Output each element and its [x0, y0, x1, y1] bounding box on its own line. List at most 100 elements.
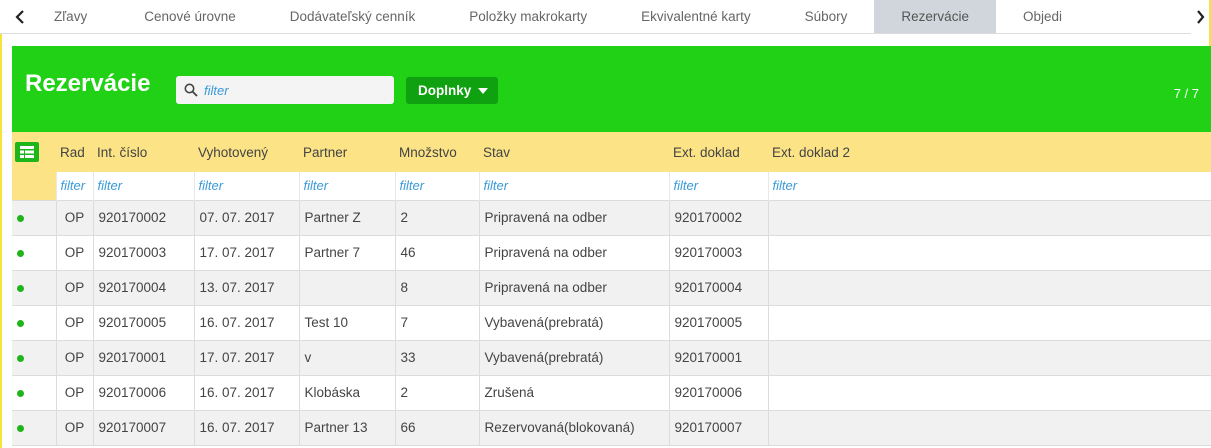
cell-vyhotoveny: 17. 07. 2017: [193, 234, 300, 271]
cell-mnozstvo: 33: [394, 339, 480, 376]
column-header-rad[interactable]: Rad: [56, 132, 93, 172]
cell-rad: OP: [55, 374, 94, 411]
table-row[interactable]: OP 920170006 16. 07. 2017 Klobáska 2 Zru…: [12, 374, 1211, 411]
cell-int-cislo: 920170003: [92, 234, 195, 271]
tab-ekvivalentne-karty[interactable]: Ekvivalentné karty: [614, 0, 778, 33]
tab-dodavatelsky-cennik[interactable]: Dodávateľský cenník: [263, 0, 443, 33]
cell-ext-doklad: 920170003: [668, 234, 769, 271]
filter-input-ext-doklad[interactable]: [673, 178, 768, 194]
table-row[interactable]: OP 920170003 17. 07. 2017 Partner 7 46 P…: [12, 234, 1211, 271]
cell-ext-doklad-2: [767, 234, 1211, 271]
cell-mnozstvo: 2: [394, 199, 480, 236]
cell-int-cislo: 920170002: [92, 199, 195, 236]
column-chooser-button[interactable]: [15, 142, 39, 162]
filter-input-rad[interactable]: [60, 178, 93, 194]
filter-input-partner[interactable]: [303, 178, 395, 194]
cell-ext-doklad-2: [767, 339, 1211, 376]
cell-mnozstvo: 46: [394, 234, 480, 271]
tab-cenove-urovne[interactable]: Cenové úrovne: [117, 0, 263, 33]
cell-stav: Pripravená na odber: [478, 199, 670, 236]
cell-rad: OP: [55, 234, 94, 271]
cell-ext-doklad: 920170001: [668, 339, 769, 376]
cell-vyhotoveny: 17. 07. 2017: [193, 339, 300, 376]
reservations-grid: Rad Int. číslo Vyhotovený Partner Množst…: [12, 132, 1211, 448]
cell-ext-doklad: 920170005: [668, 304, 769, 341]
column-header-ext-doklad-2[interactable]: Ext. doklad 2: [768, 132, 1211, 172]
column-header-stav[interactable]: Stav: [479, 132, 669, 172]
status-dot-icon: [17, 215, 24, 222]
cell-int-cislo: 920170007: [92, 409, 195, 446]
cell-rad: OP: [55, 304, 94, 341]
column-header-row: Rad Int. číslo Vyhotovený Partner Množst…: [12, 132, 1211, 172]
addons-dropdown-button[interactable]: Doplnky: [406, 77, 499, 104]
record-count: 7 / 7: [1173, 86, 1199, 101]
status-dot-icon: [17, 425, 24, 432]
search-input[interactable]: [204, 82, 384, 98]
tab-subory[interactable]: Súbory: [778, 0, 875, 33]
filter-input-stav[interactable]: [483, 178, 669, 194]
table-row[interactable]: OP 920170001 17. 07. 2017 v 33 Vybavená(…: [12, 339, 1211, 376]
cell-partner: v: [298, 339, 396, 376]
status-dot-icon: [17, 390, 24, 397]
cell-stav: Vybavená(prebratá): [478, 304, 670, 341]
cell-vyhotoveny: 13. 07. 2017: [193, 269, 300, 306]
cell-partner: Partner 13: [298, 409, 396, 446]
cell-ext-doklad: 920170007: [668, 409, 769, 446]
cell-ext-doklad-2: [767, 304, 1211, 341]
cell-partner: Partner Z: [298, 199, 396, 236]
cell-vyhotoveny: 16. 07. 2017: [193, 409, 300, 446]
cell-int-cislo: 920170004: [92, 269, 195, 306]
cell-stav: Pripravená na odber: [478, 234, 670, 271]
column-header-mnozstvo[interactable]: Množstvo: [395, 132, 479, 172]
tabs-prev-button[interactable]: [0, 0, 40, 33]
cell-vyhotoveny: 07. 07. 2017: [193, 199, 300, 236]
chevron-right-icon: [1196, 10, 1204, 24]
search-box[interactable]: [176, 76, 394, 104]
cell-ext-doklad-2: [767, 374, 1211, 411]
tab-objednavky[interactable]: Objedi: [996, 0, 1089, 33]
table-row[interactable]: OP 920170007 16. 07. 2017 Partner 13 66 …: [12, 409, 1211, 446]
filter-input-int-cislo[interactable]: [97, 178, 194, 194]
tabs-next-button[interactable]: [1191, 0, 1209, 34]
filter-input-ext-doklad-2[interactable]: [772, 178, 1211, 194]
table-row[interactable]: OP 920170005 16. 07. 2017 Test 10 7 Vyba…: [12, 304, 1211, 341]
cell-partner: [298, 269, 396, 306]
filter-row: [12, 172, 1211, 200]
reservations-panel: Rezervácie Doplnky 7 / 7: [12, 46, 1211, 448]
filter-spacer: [12, 172, 56, 200]
cell-stav: Vybavená(prebratá): [478, 339, 670, 376]
tab-zlavy[interactable]: Zľavy: [40, 0, 117, 33]
cell-rad: OP: [55, 339, 94, 376]
tab-bar: Zľavy Cenové úrovne Dodávateľský cenník …: [0, 0, 1209, 34]
status-dot-icon: [17, 355, 24, 362]
cell-mnozstvo: 2: [394, 374, 480, 411]
filter-input-vyhotoveny[interactable]: [198, 178, 299, 194]
column-header-vyhotoveny[interactable]: Vyhotovený: [194, 132, 299, 172]
cell-rad: OP: [55, 269, 94, 306]
panel-header: Rezervácie Doplnky 7 / 7: [12, 46, 1211, 128]
cell-ext-doklad: 920170004: [668, 269, 769, 306]
cell-ext-doklad: 920170006: [668, 374, 769, 411]
cell-stav: Rezervovaná(blokovaná): [478, 409, 670, 446]
cell-ext-doklad-2: [767, 269, 1211, 306]
table-row[interactable]: OP 920170002 07. 07. 2017 Partner Z 2 Pr…: [12, 199, 1211, 236]
column-header-partner[interactable]: Partner: [299, 132, 395, 172]
cell-ext-doklad-2: [767, 199, 1211, 236]
column-header-ext-doklad[interactable]: Ext. doklad: [669, 132, 768, 172]
table-row[interactable]: OP 920170004 13. 07. 2017 8 Pripravená n…: [12, 269, 1211, 306]
filter-input-mnozstvo[interactable]: [399, 178, 479, 194]
panel-title: Rezervácie: [25, 70, 151, 97]
cell-ext-doklad-2: [767, 409, 1211, 446]
cell-mnozstvo: 7: [394, 304, 480, 341]
column-header-int-cislo[interactable]: Int. číslo: [93, 132, 194, 172]
cell-rad: OP: [55, 409, 94, 446]
cell-mnozstvo: 8: [394, 269, 480, 306]
cell-stav: Pripravená na odber: [478, 269, 670, 306]
cell-mnozstvo: 66: [394, 409, 480, 446]
cell-vyhotoveny: 16. 07. 2017: [193, 304, 300, 341]
status-dot-icon: [17, 250, 24, 257]
cell-vyhotoveny: 16. 07. 2017: [193, 374, 300, 411]
tab-rezervacie[interactable]: Rezervácie: [874, 0, 996, 33]
tab-polozky-makrokarty[interactable]: Položky makrokarty: [442, 0, 614, 33]
search-icon: [184, 83, 198, 97]
